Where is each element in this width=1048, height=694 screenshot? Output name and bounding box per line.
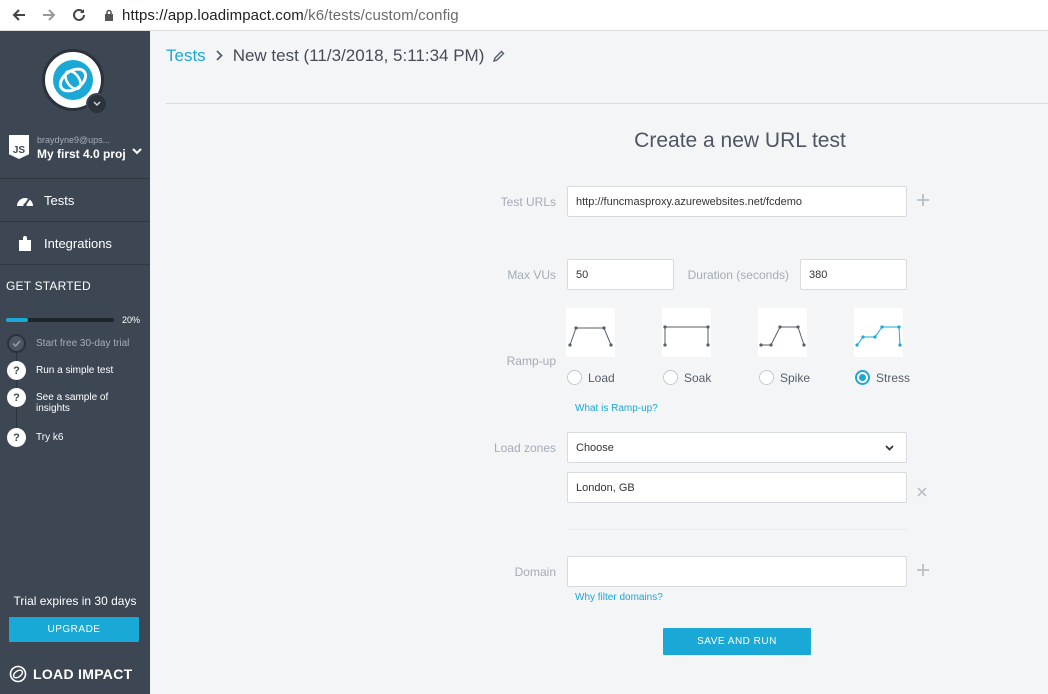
puzzle-icon — [14, 234, 36, 252]
radio-icon — [567, 370, 582, 385]
domain-label: Domain — [514, 565, 556, 579]
soak-profile-icon — [663, 325, 710, 347]
breadcrumb-tests-link[interactable]: Tests — [166, 46, 206, 66]
sidebar: JS braydyne9@ups... My first 4.0 proj Te… — [0, 31, 150, 694]
forward-arrow-icon[interactable] — [34, 0, 64, 31]
back-arrow-icon[interactable] — [4, 0, 34, 31]
onboarding-step-simple-test[interactable]: ? Run a simple test — [7, 361, 147, 380]
rampup-option-load[interactable]: Load — [567, 370, 615, 385]
chevron-right-icon — [216, 48, 223, 64]
address-bar[interactable]: https://app.loadimpact.com/k6/tests/cust… — [122, 7, 459, 24]
duration-input[interactable]: 380 — [800, 259, 907, 290]
step-label: Try k6 — [36, 432, 64, 443]
load-zone-item: London, GB — [567, 472, 907, 503]
remove-zone-close-icon[interactable] — [917, 481, 927, 502]
url-host: https://app.loadimpact.com — [122, 6, 304, 24]
rampup-option-spike[interactable]: Spike — [759, 370, 810, 385]
question-icon: ? — [7, 388, 26, 407]
radio-selected-icon — [855, 370, 870, 385]
rampup-option-label: Soak — [684, 370, 712, 385]
progress-fill — [6, 318, 28, 322]
browser-toolbar: https://app.loadimpact.com/k6/tests/cust… — [0, 0, 1048, 31]
org-menu-chevron-icon[interactable] — [86, 93, 108, 115]
add-domain-plus-icon[interactable] — [917, 560, 929, 581]
step-label: Start free 30-day trial — [36, 338, 130, 349]
header-divider — [166, 103, 1048, 104]
load-profile-icon — [568, 326, 613, 347]
progress-percent: 20% — [122, 315, 141, 325]
section-divider — [567, 529, 907, 530]
rampup-option-label: Spike — [780, 370, 811, 385]
domain-help-link[interactable]: Why filter domains? — [575, 592, 663, 603]
speedometer-icon — [14, 192, 36, 208]
load-zones-label: Load zones — [493, 441, 556, 455]
test-urls-label: Test URLs — [500, 195, 556, 209]
onboarding-step-trial[interactable]: Start free 30-day trial — [7, 334, 147, 353]
rampup-stress-chart[interactable] — [854, 308, 903, 357]
rampup-option-soak[interactable]: Soak — [663, 370, 711, 385]
pencil-icon[interactable] — [492, 50, 505, 63]
project-switcher[interactable]: JS braydyne9@ups... My first 4.0 proj — [0, 129, 150, 179]
loadimpact-mark-icon — [9, 665, 27, 683]
rampup-load-chart[interactable] — [566, 308, 615, 357]
add-url-plus-icon[interactable] — [917, 190, 929, 211]
max-vus-input[interactable]: 50 — [567, 259, 674, 290]
onboarding-progress-bar — [6, 318, 114, 322]
project-user: braydyne9@ups... — [37, 135, 111, 145]
checkmark-icon — [7, 334, 26, 353]
chevron-down-icon — [132, 146, 142, 158]
question-icon: ? — [7, 428, 26, 447]
brand-name: LOAD IMPACT — [33, 666, 133, 682]
rampup-option-label: Stress — [876, 370, 911, 385]
duration-label: Duration (seconds) — [687, 268, 789, 282]
sidebar-item-label: Integrations — [44, 235, 112, 251]
sidebar-item-tests[interactable]: Tests — [0, 179, 150, 222]
load-zones-select-value: Choose — [576, 441, 614, 454]
trial-expiry-text: Trial expires in 30 days — [13, 594, 137, 608]
rampup-help-link[interactable]: What is Ramp-up? — [575, 403, 658, 414]
save-and-run-button[interactable]: SAVE AND RUN — [663, 628, 811, 655]
stress-profile-icon — [855, 325, 902, 347]
onboarding-step-k6[interactable]: ? Try k6 — [7, 428, 147, 447]
reload-icon[interactable] — [64, 0, 94, 31]
max-vus-label: Max VUs — [507, 268, 556, 282]
project-name: My first 4.0 proj — [37, 147, 126, 161]
rampup-option-stress[interactable]: Stress — [855, 370, 910, 385]
question-icon: ? — [7, 361, 26, 380]
radio-icon — [663, 370, 678, 385]
onboarding-step-insights[interactable]: ? See a sample of insights — [7, 388, 147, 414]
sidebar-item-label: Tests — [44, 192, 75, 208]
form-title: Create a new URL test — [634, 129, 846, 152]
spike-profile-icon — [759, 325, 806, 347]
get-started-heading: GET STARTED — [6, 279, 91, 293]
domain-input[interactable] — [567, 556, 907, 587]
step-label: See a sample of insights — [36, 392, 109, 414]
radio-icon — [759, 370, 774, 385]
rampup-soak-chart[interactable] — [662, 308, 711, 357]
rampup-label: Ramp-up — [506, 354, 556, 368]
lock-icon — [104, 9, 114, 21]
chevron-down-icon — [885, 442, 894, 454]
upgrade-button[interactable]: UPGRADE — [9, 617, 139, 642]
test-url-input[interactable]: http://funcmasproxy.azurewebsites.net/fc… — [567, 186, 907, 217]
js-badge-icon: JS — [9, 135, 29, 159]
breadcrumb: Tests New test (11/3/2018, 5:11:34 PM) — [166, 46, 505, 66]
load-zones-select[interactable]: Choose — [567, 432, 907, 463]
rampup-spike-chart[interactable] — [758, 308, 807, 357]
url-path: /k6/tests/custom/config — [303, 6, 459, 24]
step-label: Run a simple test — [36, 365, 114, 376]
sidebar-item-integrations[interactable]: Integrations — [0, 222, 150, 265]
page-title: New test (11/3/2018, 5:11:34 PM) — [232, 46, 485, 65]
rampup-option-label: Load — [588, 370, 615, 385]
brand-footer: LOAD IMPACT — [9, 665, 132, 683]
